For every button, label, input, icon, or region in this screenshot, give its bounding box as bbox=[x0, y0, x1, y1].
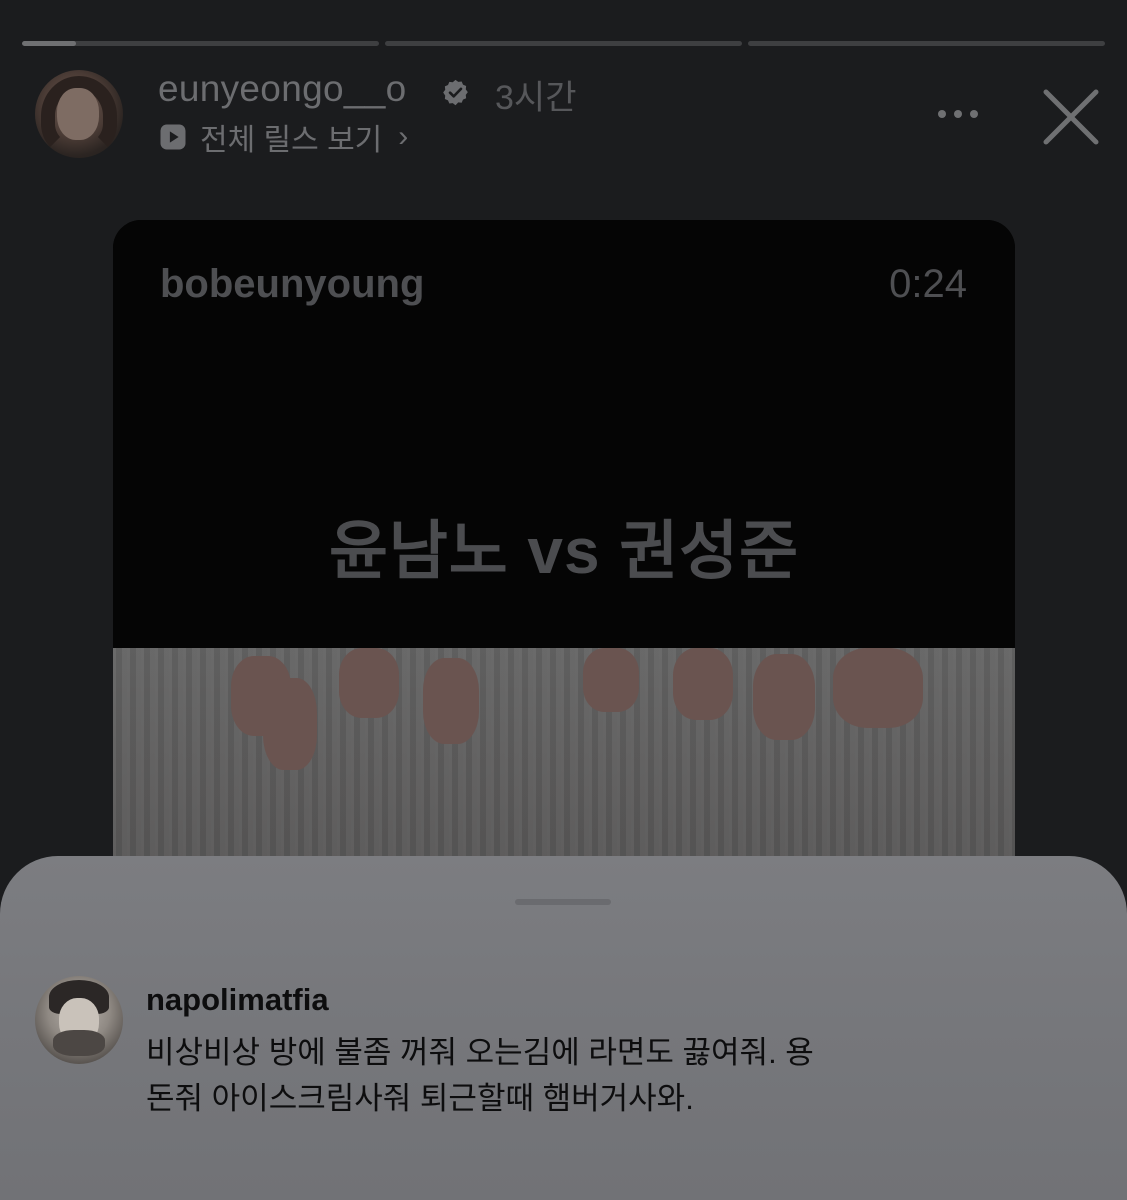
reel-title: 윤남노 vs 권성준 bbox=[328, 515, 800, 587]
balloon-decoration bbox=[673, 648, 733, 720]
commenter-avatar[interactable] bbox=[35, 976, 123, 1064]
balloon-decoration bbox=[423, 658, 479, 744]
balloon-decoration bbox=[833, 648, 923, 728]
comment-bottom-sheet[interactable]: napolimatfia 비상비상 방에 불좀 꺼줘 오는김에 라면도 끓여줘.… bbox=[0, 856, 1127, 1200]
reels-play-icon bbox=[160, 124, 186, 150]
avatar-hand bbox=[53, 1030, 105, 1056]
story-timestamp: 3시간 bbox=[495, 79, 577, 117]
balloon-decoration bbox=[583, 648, 639, 712]
comment-line: 돈줘 아이스크림사줘 퇴근할때 햄버거사와. bbox=[146, 1081, 694, 1116]
comment-text: 비상비상 방에 불좀 꺼줘 오는김에 라면도 끓여줘. 용 돈줘 아이스크림사줘… bbox=[146, 1030, 976, 1122]
balloon-decoration bbox=[339, 648, 399, 718]
verified-badge-icon bbox=[443, 79, 468, 106]
more-dot bbox=[954, 110, 962, 118]
shared-reel-card[interactable]: bobeunyoung 0:24 윤남노 vs 권성준 bbox=[113, 220, 1015, 920]
story-author-avatar[interactable] bbox=[35, 70, 123, 158]
view-all-reels-label: 전체 릴스 보기 bbox=[200, 124, 383, 157]
story-progress-segment bbox=[748, 41, 1105, 46]
close-icon[interactable] bbox=[1036, 82, 1106, 152]
progress-fill bbox=[22, 41, 76, 46]
more-dot bbox=[970, 110, 978, 118]
comment-line: 비상비상 방에 불좀 꺼줘 오는김에 라면도 끓여줘. 용 bbox=[146, 1035, 814, 1070]
view-all-reels-link[interactable]: 전체 릴스 보기 › bbox=[158, 117, 408, 157]
story-progress-bars bbox=[22, 41, 1105, 46]
avatar-face bbox=[57, 88, 99, 140]
more-options-button[interactable] bbox=[932, 96, 984, 132]
reel-author: bobeunyoung bbox=[160, 262, 425, 306]
sheet-grabber-handle[interactable] bbox=[515, 899, 611, 905]
story-username[interactable]: eunyeongo__o bbox=[158, 68, 406, 110]
reel-title-area: bobeunyoung 0:24 윤남노 vs 권성준 bbox=[113, 220, 1015, 648]
story-progress-segment bbox=[385, 41, 742, 46]
balloon-decoration bbox=[263, 678, 317, 770]
story-progress-segment bbox=[22, 41, 379, 46]
more-dot bbox=[938, 110, 946, 118]
commenter-username[interactable]: napolimatfia bbox=[146, 982, 329, 1018]
reel-duration: 0:24 bbox=[889, 262, 967, 306]
balloon-decoration bbox=[753, 654, 815, 740]
chevron-right-icon: › bbox=[398, 120, 409, 153]
